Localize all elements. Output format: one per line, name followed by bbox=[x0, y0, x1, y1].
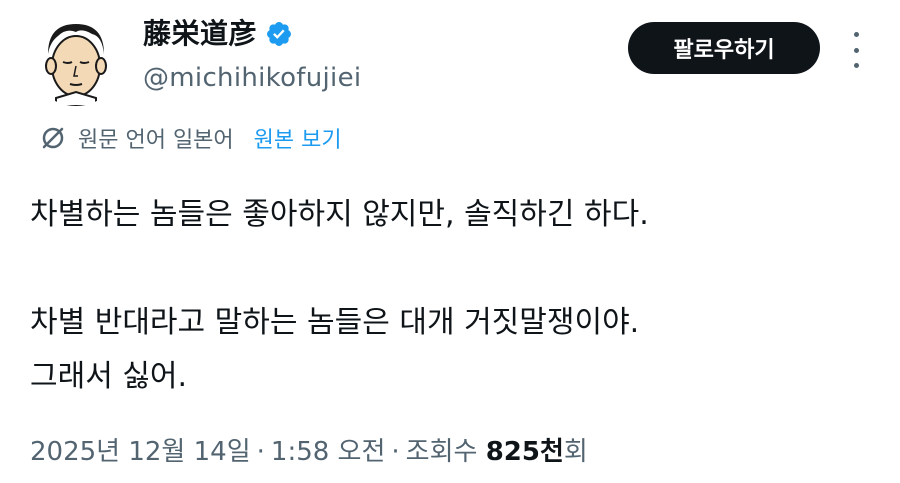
tweet-text: 차별하는 놈들은 좋아하지 않지만, 솔직하긴 하다. 차별 반대라고 말하는 … bbox=[30, 188, 870, 404]
avatar[interactable] bbox=[30, 14, 122, 106]
original-language-label: 원문 언어 일본어 bbox=[78, 128, 234, 153]
meta-separator: · bbox=[391, 437, 400, 467]
views-suffix: 회 bbox=[563, 437, 588, 467]
translate-globe-icon bbox=[40, 125, 66, 151]
tweet-line: 차별 반대라고 말하는 놈들은 대개 거짓말쟁이야. bbox=[30, 305, 640, 340]
meta-separator: · bbox=[256, 437, 265, 467]
follow-button[interactable]: 팔로우하기 bbox=[628, 22, 820, 74]
verified-badge-icon bbox=[265, 20, 293, 48]
tweet-line: 그래서 싫어. bbox=[30, 359, 188, 394]
avatar-illustration bbox=[30, 14, 122, 106]
views-count: 825천 bbox=[485, 437, 564, 467]
tweet-meta: 2025년 12월 14일 · 1:58 오전 · 조회수 825천회 bbox=[30, 434, 588, 470]
view-original-link[interactable]: 원본 보기 bbox=[254, 122, 342, 154]
views-prefix: 조회수 bbox=[405, 437, 478, 467]
author-name-row[interactable]: 藤栄道彦 bbox=[143, 16, 293, 52]
tweet-date[interactable]: 2025년 12월 14일 bbox=[30, 437, 251, 467]
more-options-icon[interactable] bbox=[846, 32, 866, 68]
author-handle[interactable]: @michihikofujiei bbox=[143, 62, 361, 94]
translation-row: 원문 언어 일본어 원본 보기 bbox=[40, 120, 342, 156]
tweet-line: 차별하는 놈들은 좋아하지 않지만, 솔직하긴 하다. bbox=[30, 197, 649, 232]
tweet-time[interactable]: 1:58 오전 bbox=[271, 437, 386, 467]
display-name[interactable]: 藤栄道彦 bbox=[143, 16, 257, 52]
